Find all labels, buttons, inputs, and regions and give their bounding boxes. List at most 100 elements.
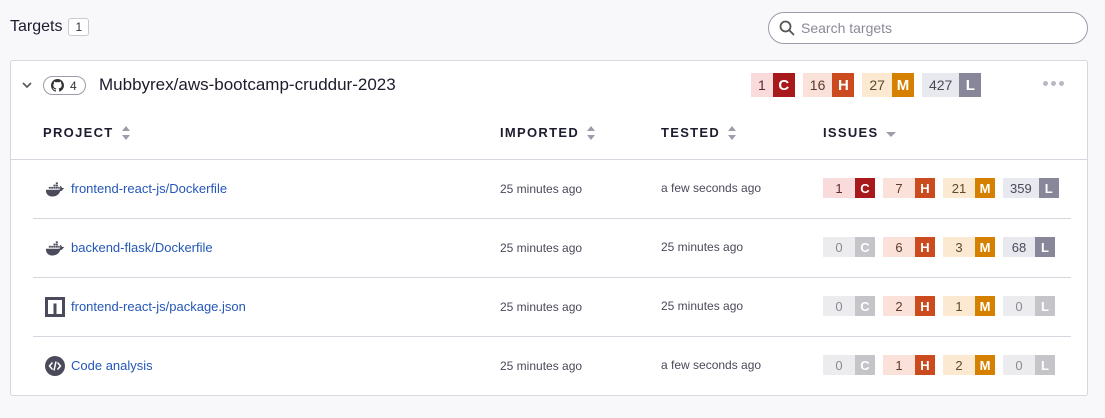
- medium-letter: M: [975, 296, 995, 316]
- imported-time: 25 minutes ago: [500, 359, 583, 373]
- project-link[interactable]: backend-flask/Dockerfile: [71, 240, 213, 255]
- page-title-group: Targets 1: [10, 18, 90, 36]
- target-card: 4 Mubbyrex/aws-bootcamp-cruddur-2023 1C …: [10, 60, 1088, 396]
- table-row: frontend-react-js/package.json 25 minute…: [33, 278, 1071, 337]
- low-number: 0: [1003, 355, 1035, 375]
- high-count: 16 H: [802, 73, 855, 97]
- tested-time: a few seconds ago: [661, 358, 762, 372]
- low-letter: L: [1035, 296, 1055, 316]
- high-letter: H: [915, 296, 935, 316]
- column-tested[interactable]: TESTED: [661, 125, 737, 140]
- high-letter: H: [915, 355, 935, 375]
- medium-number: 2: [943, 355, 975, 375]
- high-number: 1: [883, 355, 915, 375]
- critical-number: 0: [823, 355, 855, 375]
- critical-count: 1C: [751, 73, 795, 97]
- medium-number: 3: [943, 237, 975, 257]
- low-letter: L: [1035, 237, 1055, 257]
- low-letter: L: [1038, 178, 1059, 198]
- high-count: 2H: [883, 296, 935, 316]
- low-count: 68 L: [1003, 237, 1055, 257]
- table-row: frontend-react-js/Dockerfile 25 minutes …: [33, 160, 1071, 219]
- repo-count: 4: [70, 78, 77, 93]
- column-imported[interactable]: IMPORTED: [500, 125, 596, 140]
- column-issues[interactable]: ISSUES: [823, 125, 897, 140]
- column-project[interactable]: PROJECT: [43, 125, 131, 140]
- high-number: 6: [883, 237, 915, 257]
- project-link[interactable]: Code analysis: [71, 358, 153, 373]
- high-count: 1H: [883, 355, 935, 375]
- page-title: Targets: [10, 18, 63, 35]
- docker-icon: [45, 182, 65, 197]
- sort-icon: [587, 125, 596, 140]
- column-tested-label: TESTED: [661, 125, 721, 140]
- imported-time: 25 minutes ago: [500, 241, 583, 255]
- search-input[interactable]: [801, 20, 1071, 36]
- high-letter: H: [832, 73, 855, 97]
- npm-icon: [45, 297, 65, 317]
- tested-time: a few seconds ago: [661, 181, 762, 195]
- critical-count: 0C: [823, 355, 875, 375]
- critical-count: 0C: [823, 237, 875, 257]
- imported-time: 25 minutes ago: [500, 300, 583, 314]
- medium-number: 21: [943, 178, 975, 198]
- code-analysis-icon: [45, 356, 65, 376]
- medium-count: 27 M: [862, 73, 914, 97]
- search-box[interactable]: [768, 12, 1088, 44]
- high-number: 2: [883, 296, 915, 316]
- critical-number: 1: [751, 73, 773, 97]
- issues-summary: 0C 2H 1M 0L: [823, 296, 1063, 316]
- issues-summary: 0C 6H 3M 68 L: [823, 237, 1063, 257]
- low-letter: L: [1035, 355, 1055, 375]
- medium-number: 27: [862, 73, 892, 97]
- critical-letter: C: [855, 296, 875, 316]
- medium-count: 3M: [943, 237, 995, 257]
- project-link[interactable]: frontend-react-js/Dockerfile: [71, 181, 227, 196]
- critical-number: 0: [823, 296, 855, 316]
- github-repo-count: 4: [43, 76, 86, 95]
- table-row: Code analysis 25 minutes ago a few secon…: [33, 337, 1071, 396]
- sort-icon: [121, 125, 131, 140]
- column-project-label: PROJECT: [43, 125, 114, 140]
- sort-icon: [728, 125, 737, 140]
- medium-count: 2M: [943, 355, 995, 375]
- chevron-down-icon[interactable]: [21, 79, 33, 91]
- more-options-icon[interactable]: [1043, 81, 1064, 86]
- low-count: 359 L: [1003, 178, 1059, 198]
- medium-count: 1M: [943, 296, 995, 316]
- critical-count: 1C: [823, 178, 875, 198]
- high-number: 7: [883, 178, 915, 198]
- high-number: 16: [802, 73, 833, 97]
- table-row: backend-flask/Dockerfile 25 minutes ago …: [33, 219, 1071, 278]
- medium-number: 1: [943, 296, 975, 316]
- target-severity-summary: 1C 16 H 27 M 427 L: [751, 73, 989, 97]
- tested-time: 25 minutes ago: [661, 299, 744, 313]
- low-number: 359: [1003, 178, 1039, 198]
- medium-letter: M: [891, 73, 914, 97]
- issues-summary: 1C 7H 21 M 359 L: [823, 178, 1067, 198]
- target-count-badge: 1: [68, 18, 90, 36]
- critical-count: 0C: [823, 296, 875, 316]
- low-number: 427: [921, 73, 960, 97]
- critical-letter: C: [855, 178, 875, 198]
- tested-time: 25 minutes ago: [661, 240, 744, 254]
- low-number: 68: [1003, 237, 1035, 257]
- docker-icon: [45, 241, 65, 256]
- medium-letter: M: [975, 178, 995, 198]
- low-number: 0: [1003, 296, 1035, 316]
- critical-number: 1: [823, 178, 855, 198]
- target-header[interactable]: 4 Mubbyrex/aws-bootcamp-cruddur-2023 1C …: [11, 61, 1087, 109]
- medium-letter: M: [975, 355, 995, 375]
- issues-summary: 0C 1H 2M 0L: [823, 355, 1063, 375]
- target-name[interactable]: Mubbyrex/aws-bootcamp-cruddur-2023: [99, 75, 396, 95]
- medium-count: 21 M: [943, 178, 995, 198]
- github-icon: [51, 79, 64, 92]
- column-imported-label: IMPORTED: [500, 125, 580, 140]
- low-count: 427 L: [921, 73, 982, 97]
- medium-letter: M: [975, 237, 995, 257]
- high-letter: H: [915, 237, 935, 257]
- search-icon: [779, 20, 795, 36]
- high-count: 7H: [883, 178, 935, 198]
- project-link[interactable]: frontend-react-js/package.json: [71, 299, 246, 314]
- column-issues-label: ISSUES: [823, 125, 879, 140]
